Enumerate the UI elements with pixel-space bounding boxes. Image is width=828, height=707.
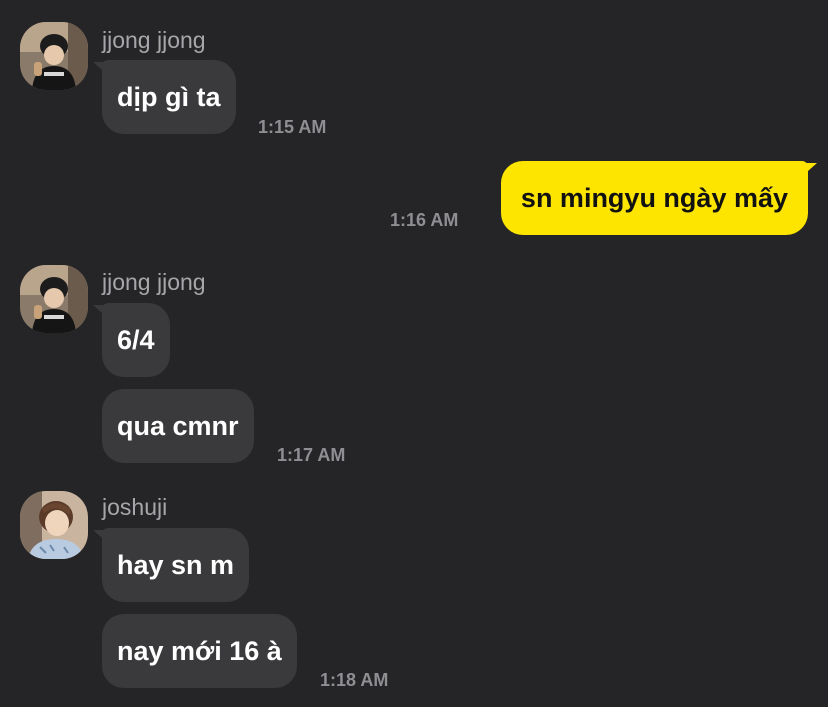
profile-photo-icon — [20, 491, 88, 559]
avatar-jjong-jjong[interactable] — [20, 265, 88, 333]
message-bubble[interactable]: hay sn m — [102, 528, 250, 602]
message-bubble[interactable]: nay mới 16 à — [102, 614, 297, 688]
chat-message-list[interactable]: jjong jjong dịp gì ta 1:15 AM 1:16 AM sn… — [0, 0, 828, 707]
profile-photo-icon — [20, 22, 88, 90]
avatar-jjong-jjong[interactable] — [20, 22, 88, 90]
message-timestamp: 1:18 AM — [320, 670, 389, 690]
sender-name: jjong jjong — [102, 269, 206, 295]
message-bubble[interactable]: dịp gì ta — [102, 60, 236, 134]
message-timestamp: 1:15 AM — [258, 117, 327, 137]
sender-name: jjong jjong — [102, 27, 206, 53]
message-timestamp: 1:16 AM — [390, 210, 459, 230]
outgoing-message-bubble[interactable]: sn mingyu ngày mấy — [500, 161, 808, 235]
message-timestamp: 1:17 AM — [277, 445, 346, 465]
message-bubble[interactable]: 6/4 — [102, 303, 170, 377]
profile-photo-icon — [20, 265, 88, 333]
avatar-joshuji[interactable] — [20, 491, 88, 559]
sender-name: joshuji — [102, 494, 168, 520]
message-bubble[interactable]: qua cmnr — [102, 389, 254, 463]
